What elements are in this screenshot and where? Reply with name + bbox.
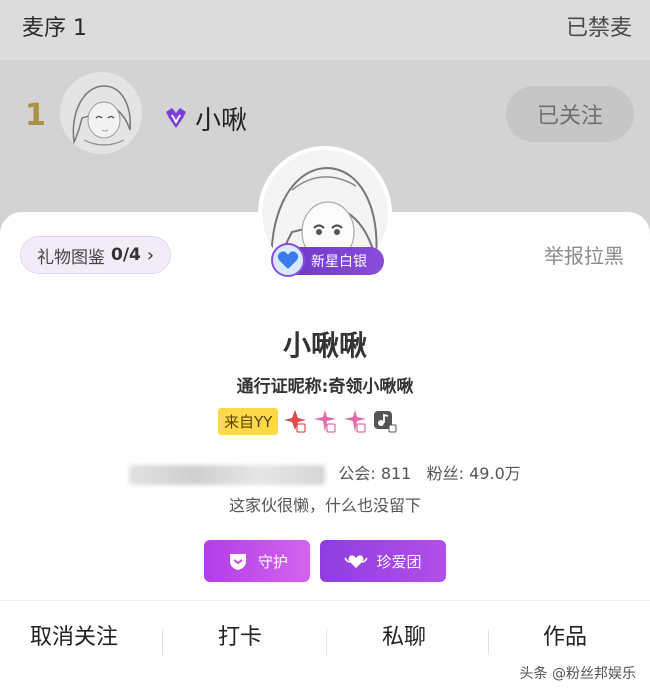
profile-card: 礼物图鉴 0/4 › 举报拉黑 小啾啾 通行证昵称:奇领小啾啾 来自YY 公会:… [0, 212, 650, 695]
fans-count: 粉丝: 49.0万 [426, 464, 521, 483]
music-badge-icon[interactable] [372, 408, 398, 434]
blurred-id [129, 464, 326, 485]
divider [162, 629, 163, 655]
guard-button[interactable]: 守护 [204, 540, 310, 582]
profile-nickname: 小啾啾 [282, 329, 367, 362]
rank-number: 1 [25, 98, 46, 133]
guard-badge-icon [229, 554, 246, 570]
mic-banned-status[interactable]: 已禁麦 [566, 10, 632, 42]
vip-crown-icon [166, 108, 186, 128]
profile-stats: 公会: 811 粉丝: 49.0万 [0, 460, 650, 485]
gift-book-count: 0/4 [111, 245, 141, 265]
fan-club-label: 珍爱团 [376, 552, 422, 571]
watermark: 头条 @粉丝邦娱乐 [519, 666, 636, 682]
followed-button[interactable]: 已关注 [506, 86, 634, 142]
chevron-right-icon: › [146, 244, 155, 266]
pink-badge-icon[interactable] [312, 408, 338, 434]
unfollow-button[interactable]: 取消关注 [30, 619, 118, 651]
level-badge-label: 新星白银 [311, 254, 367, 270]
badge-row: 来自YY [218, 405, 398, 437]
divider [326, 629, 327, 655]
report-block-button[interactable]: 举报拉黑 [544, 240, 624, 269]
pink-badge-icon[interactable] [342, 408, 368, 434]
mic-list-header: 麦序 1 已禁麦 [0, 0, 650, 60]
from-yy-tag: 来自YY [218, 407, 279, 435]
works-button[interactable]: 作品 [543, 619, 587, 651]
winged-heart-icon [344, 555, 369, 568]
passport-nickname: 通行证昵称:奇领小啾啾 [236, 377, 414, 397]
mic-order-title: 麦序 1 [22, 16, 87, 41]
guard-label: 守护 [257, 552, 288, 571]
union-count: 公会: 811 [338, 464, 412, 483]
profile-bio: 这家伙很懒，什么也没留下 [228, 496, 421, 515]
row-username: 小啾 [195, 106, 248, 136]
plane-badge-icon[interactable] [282, 408, 308, 434]
gift-book-button[interactable]: 礼物图鉴 0/4 › [20, 236, 172, 274]
private-chat-button[interactable]: 私聊 [382, 619, 426, 651]
gift-book-label: 礼物图鉴 [37, 247, 105, 268]
divider [488, 629, 489, 655]
heart-icon [271, 243, 305, 277]
checkin-button[interactable]: 打卡 [218, 619, 262, 651]
fan-club-button[interactable]: 珍爱团 [320, 540, 446, 582]
avatar[interactable] [60, 72, 142, 154]
